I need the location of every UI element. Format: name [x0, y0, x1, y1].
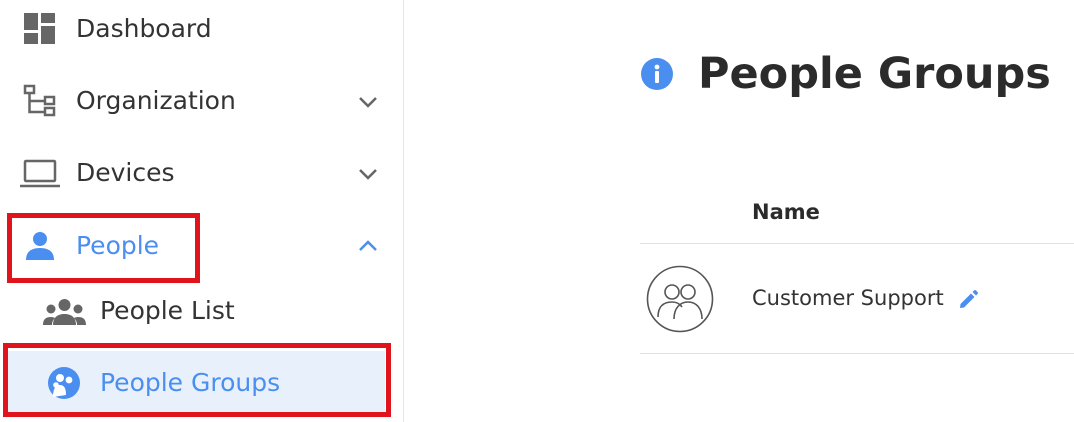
sidebar-nav: Dashboard Organization Devices People Pe…	[0, 0, 404, 422]
main-content: People Groups Name Customer Support	[405, 0, 1074, 422]
organization-icon	[23, 84, 57, 118]
edit-icon[interactable]	[957, 289, 979, 311]
chevron-down-icon[interactable]	[356, 162, 380, 186]
people-groups-icon	[47, 366, 81, 400]
table-row[interactable]: Customer Support	[640, 244, 1074, 354]
table-divider	[640, 353, 1074, 354]
sidebar-item-people-groups[interactable]: People Groups	[0, 349, 404, 415]
sidebar-item-people[interactable]: People	[0, 222, 404, 270]
group-avatar-icon	[646, 265, 714, 333]
people-list-icon	[43, 298, 86, 326]
sidebar-item-people-list[interactable]: People List	[0, 288, 404, 334]
dashboard-icon	[23, 12, 56, 45]
sidebar-item-label: People List	[100, 296, 235, 325]
sidebar-item-label: People	[76, 231, 160, 260]
column-header-name[interactable]: Name	[752, 200, 820, 224]
page-title: People Groups	[698, 49, 1051, 99]
group-name[interactable]: Customer Support	[752, 286, 944, 310]
sidebar-item-label: Devices	[76, 158, 175, 187]
sidebar-item-label: Organization	[76, 86, 236, 115]
info-icon[interactable]	[640, 57, 674, 91]
laptop-icon	[19, 156, 61, 190]
person-icon	[24, 230, 56, 262]
chevron-down-icon[interactable]	[356, 90, 380, 114]
sidebar-item-label: People Groups	[100, 368, 281, 397]
sidebar-item-devices[interactable]: Devices	[0, 150, 404, 196]
sidebar-item-label: Dashboard	[76, 14, 212, 43]
chevron-up-icon[interactable]	[356, 234, 380, 258]
sidebar-item-dashboard[interactable]: Dashboard	[0, 6, 404, 52]
sidebar-item-organization[interactable]: Organization	[0, 78, 404, 124]
